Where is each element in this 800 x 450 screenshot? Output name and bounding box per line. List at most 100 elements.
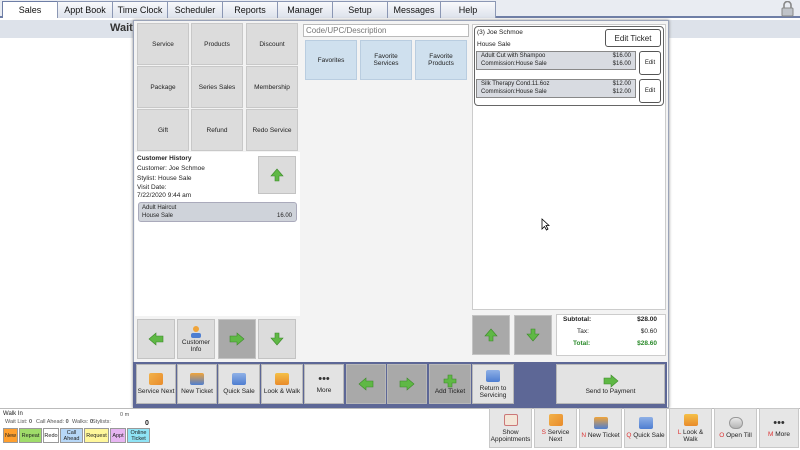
strip-left-button[interactable] <box>346 364 386 404</box>
bottom-look-walk-button[interactable]: L Look & Walk <box>669 408 712 448</box>
person-icon <box>190 373 204 385</box>
return-to-servicing-button[interactable]: Return to Servicing <box>472 364 514 404</box>
add-ticket-button[interactable]: Add Ticket <box>429 364 471 404</box>
history-item[interactable]: Adult Haircut House Sale 16.00 <box>138 202 297 222</box>
wait-list-label: Wait List: 0 <box>5 419 33 425</box>
new-ticket-label: New Ticket <box>181 388 213 395</box>
category-refund[interactable]: Refund <box>191 109 243 151</box>
tab-messages[interactable]: Messages <box>387 1 441 18</box>
category-discount[interactable]: Discount <box>246 23 298 65</box>
look-walk-button[interactable]: Look & Walk <box>261 364 303 404</box>
ticket-subtitle: House Sale <box>477 41 511 48</box>
favorites-button[interactable]: Favorites <box>305 40 357 80</box>
history-scroll-up-button[interactable] <box>258 156 296 194</box>
tab-time-clock[interactable]: Time Clock <box>112 1 168 18</box>
nav-left-button[interactable] <box>137 319 175 359</box>
pill-redo[interactable]: Redo <box>43 428 59 443</box>
bottom-new-ticket-button[interactable]: N New Ticket <box>579 408 622 448</box>
tab-reports[interactable]: Reports <box>222 1 278 18</box>
strip-right-button[interactable] <box>387 364 427 404</box>
pill-repeat[interactable]: Repeat <box>19 428 42 443</box>
edit-item-button[interactable]: Edit <box>639 79 661 103</box>
ticket-line-item[interactable]: Adult Cut with Shampoo $16.00 Commission:… <box>476 51 636 70</box>
item-price2: $16.00 <box>612 61 631 67</box>
bottom-more-button[interactable]: ••• M More <box>759 408 799 448</box>
more-label: M More <box>767 431 791 438</box>
quick-sale-button[interactable]: Quick Sale <box>218 364 260 404</box>
total-label: Total: <box>573 340 591 347</box>
pill-appt[interactable]: Appt <box>110 428 126 443</box>
category-products[interactable]: Products <box>191 23 243 65</box>
lock-icon[interactable] <box>779 0 796 17</box>
mouse-cursor-icon <box>541 218 550 231</box>
item-commission: Commission:House Sale <box>481 61 547 67</box>
pill-call-ahead[interactable]: Call Ahead <box>60 428 83 443</box>
service-next-button[interactable]: Service Next <box>136 364 176 404</box>
favorite-products-button[interactable]: Favorite Products <box>415 40 467 80</box>
tab-manager[interactable]: Manager <box>277 1 333 18</box>
status-count: 0 <box>145 420 149 427</box>
return-label: Return to Servicing <box>479 384 507 399</box>
category-redo-service[interactable]: Redo Service <box>246 109 298 151</box>
tab-help[interactable]: Help <box>440 1 496 18</box>
search-input[interactable]: Code/UPC/Description <box>303 24 469 37</box>
pill-request[interactable]: Request <box>84 428 109 443</box>
ticket-scroll-down-button[interactable] <box>514 315 552 355</box>
more-dots-icon: ••• <box>318 373 330 385</box>
person-icon <box>593 417 608 429</box>
subtotal-value: $28.00 <box>637 316 657 323</box>
person-icon <box>191 326 201 338</box>
look-walk-icon <box>683 413 698 426</box>
pill-online-ticket[interactable]: Online Ticket <box>127 428 150 443</box>
tab-sales[interactable]: Sales <box>2 1 58 18</box>
category-package[interactable]: Package <box>137 66 189 108</box>
send-to-payment-button[interactable]: Send to Payment <box>556 364 665 404</box>
bottom-quick-sale-button[interactable]: Q Quick Sale <box>624 408 667 448</box>
ticket-scroll-up-button[interactable] <box>472 315 510 355</box>
arrow-left-icon <box>358 377 374 391</box>
more-button[interactable]: ••• More <box>304 364 344 404</box>
arrow-right-icon <box>399 377 415 391</box>
new-ticket-button[interactable]: New Ticket <box>177 364 217 404</box>
nav-down-button[interactable] <box>258 319 296 359</box>
edit-ticket-button[interactable]: Edit Ticket <box>605 29 661 47</box>
category-membership[interactable]: Membership <box>246 66 298 108</box>
customer-info-button[interactable]: Customer Info <box>177 319 215 359</box>
bottom-open-till-button[interactable]: O Open Till <box>714 408 757 448</box>
look-walk-label: L Look & Walk <box>677 428 704 443</box>
walk-in-label: Walk In <box>3 411 23 417</box>
service-next-label: S Service Next <box>541 428 570 443</box>
send-to-payment-label: Send to Payment <box>585 387 636 395</box>
tab-appt-book[interactable]: Appt Book <box>57 1 113 18</box>
ticket-line-item[interactable]: Silk Therapy Cond.11.6oz $12.00 Commissio… <box>476 79 636 98</box>
item-price: $12.00 <box>612 81 631 87</box>
show-appointments-button[interactable]: Show Appointments <box>489 408 532 448</box>
quick-sale-label: Q Quick Sale <box>626 432 665 439</box>
walks-label: Walks: 0 <box>72 419 93 425</box>
category-service[interactable]: Service <box>137 23 189 65</box>
history-item-name: Adult Haircut <box>142 205 177 211</box>
tab-scheduler[interactable]: Scheduler <box>167 1 223 18</box>
arrow-up-icon <box>270 168 284 182</box>
category-series-sales[interactable]: Series Sales <box>191 66 243 108</box>
stylists-label: Stylists: <box>92 419 111 425</box>
plus-icon <box>443 374 457 387</box>
add-ticket-label: Add Ticket <box>434 387 466 395</box>
arrow-up-icon <box>484 328 498 342</box>
category-gift[interactable]: Gift <box>137 109 189 151</box>
arrow-down-icon <box>270 332 284 346</box>
wait-minutes: 0 m <box>120 412 130 418</box>
item-commission: Commission:House Sale <box>481 89 547 95</box>
favorite-services-button[interactable]: Favorite Services <box>360 40 412 80</box>
bottom-service-next-button[interactable]: S Service Next <box>534 408 577 448</box>
arrow-left-icon <box>148 332 164 346</box>
customer-info-label: Customer Info <box>181 339 211 353</box>
edit-item-button[interactable]: Edit <box>639 51 661 75</box>
ticket-title: (3) Joe Schmoe <box>477 29 523 36</box>
pill-new[interactable]: New <box>3 428 18 443</box>
tax-value: $0.60 <box>640 328 657 335</box>
tab-setup[interactable]: Setup <box>332 1 388 18</box>
tax-label: Tax: <box>577 328 589 335</box>
nav-right-button[interactable] <box>218 319 256 359</box>
arrow-down-icon <box>526 328 540 342</box>
